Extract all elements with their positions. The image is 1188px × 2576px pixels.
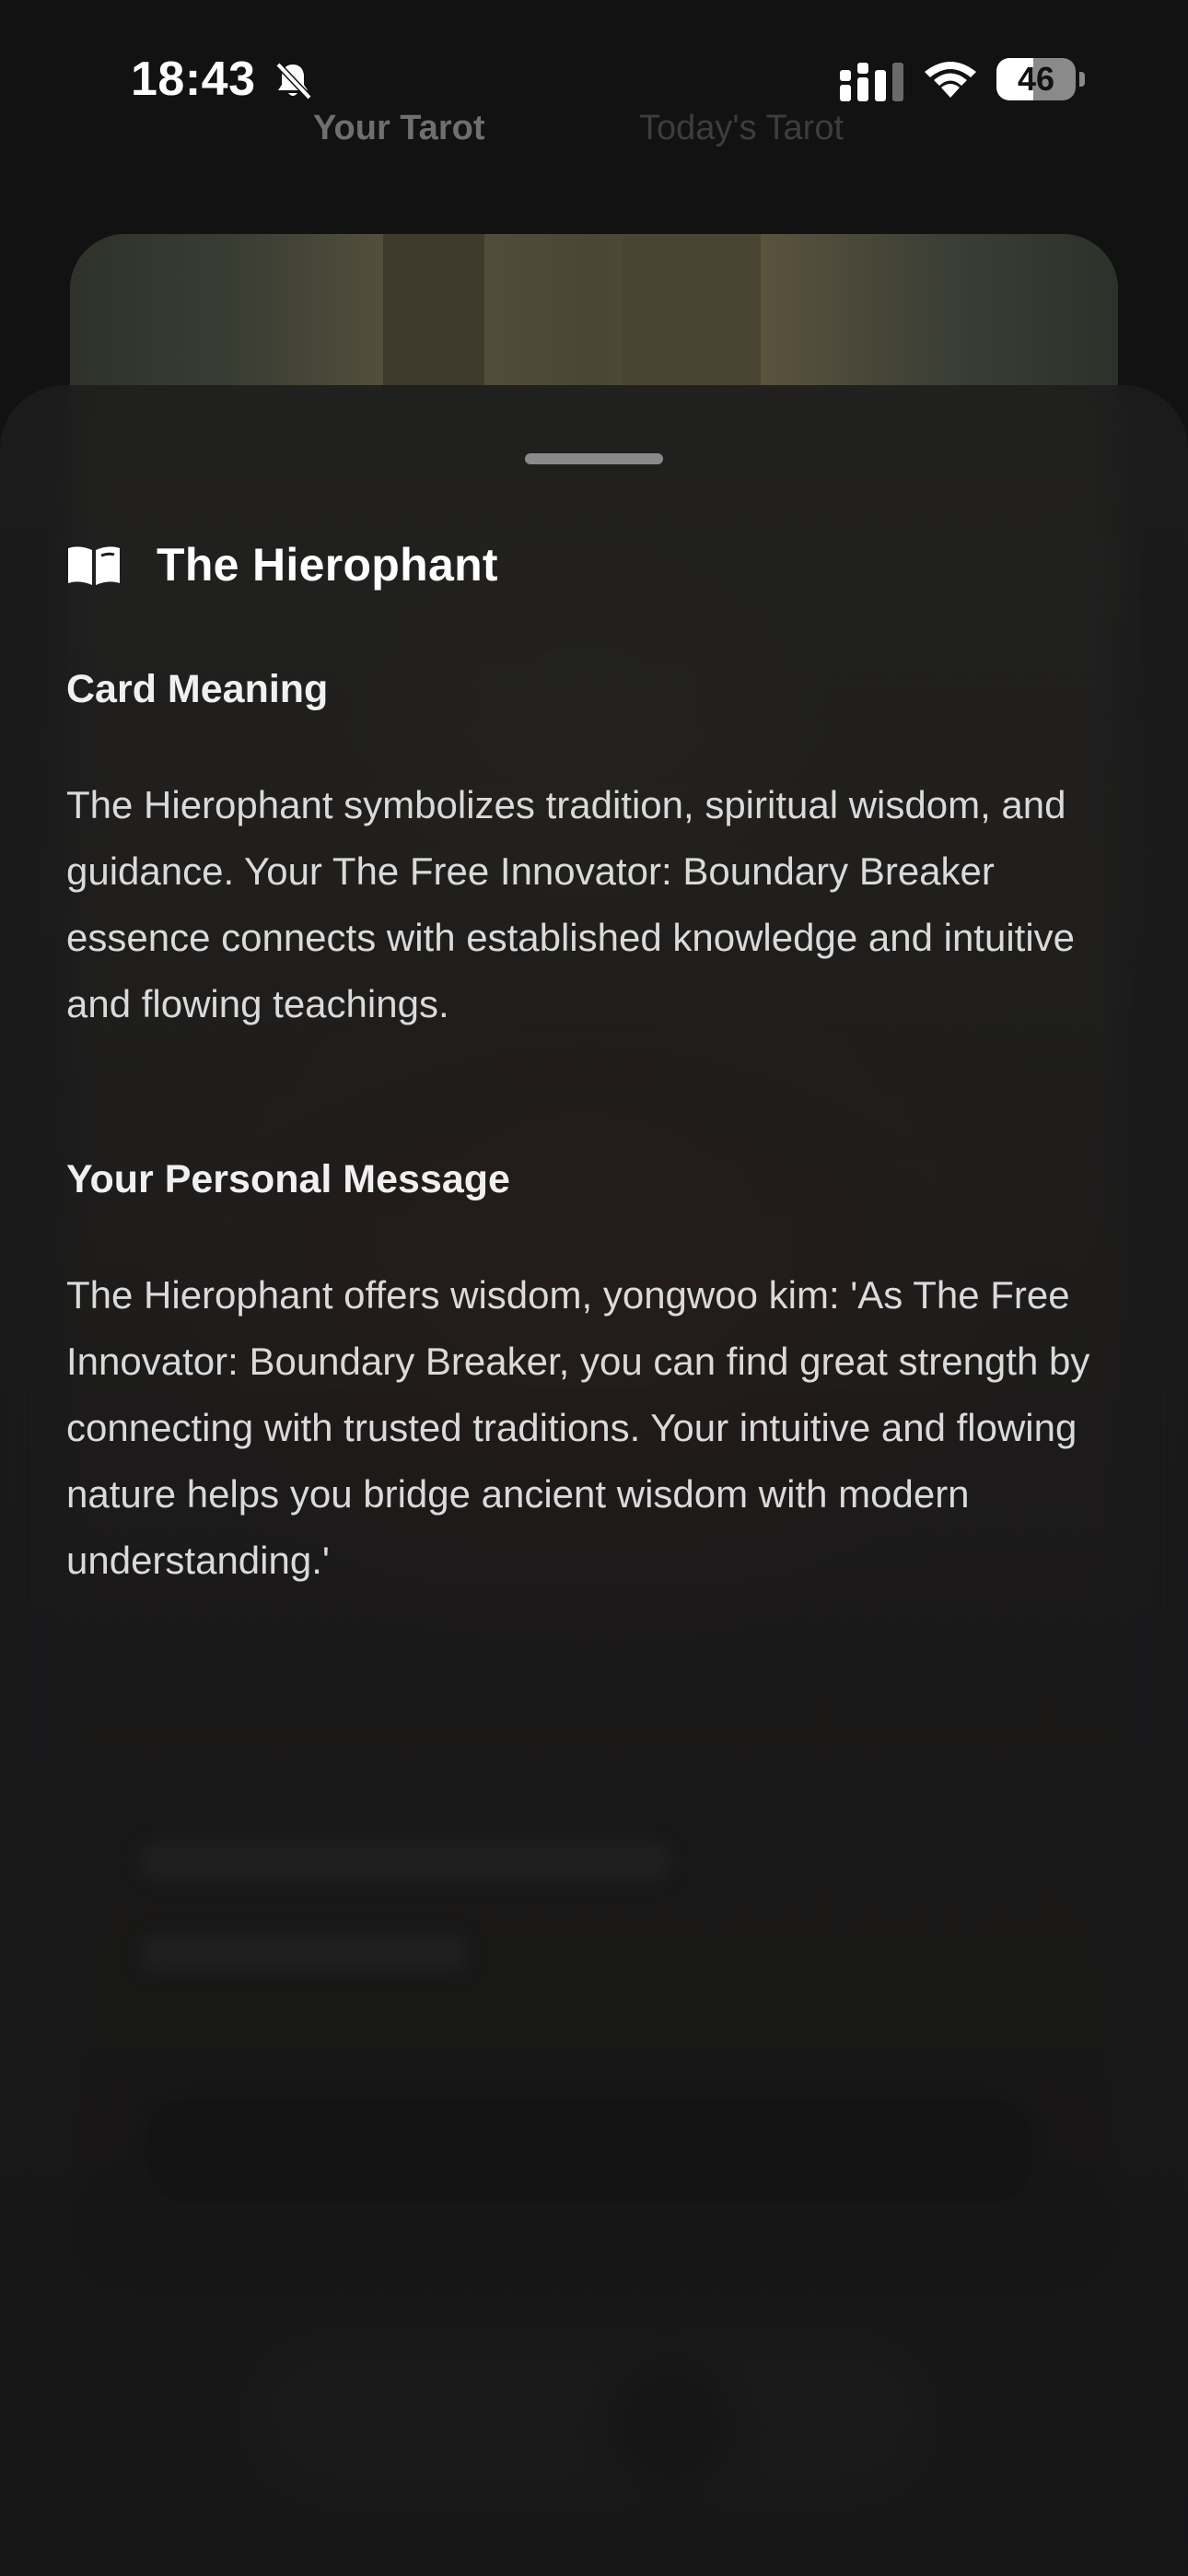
tab-your-tarot[interactable]: Your Tarot — [313, 109, 484, 148]
battery-indicator: 46 — [996, 58, 1085, 100]
sheet-grabber[interactable] — [525, 453, 663, 464]
battery-level: 46 — [1017, 60, 1055, 98]
tab-todays-tarot[interactable]: Today's Tarot — [639, 109, 844, 148]
personal-message-heading: Your Personal Message — [66, 1157, 510, 1201]
sheet-header: The Hierophant — [66, 533, 498, 597]
screen: 18:43 46 Your Tarot Today's Tarot The Hi… — [0, 0, 1188, 2576]
card-title: The Hierophant — [157, 539, 498, 591]
card-meaning-heading: Card Meaning — [66, 667, 329, 711]
open-book-icon — [68, 546, 120, 585]
bell-slash-icon — [275, 62, 312, 100]
wifi-icon — [925, 62, 976, 98]
card-meaning-text: The Hierophant symbolizes tradition, spi… — [66, 783, 1076, 1025]
personal-message-text: The Hierophant offers wisdom, yongwoo ki… — [66, 1273, 1090, 1582]
status-bar: 18:43 46 — [0, 0, 1188, 138]
card-detail-sheet[interactable]: The Hierophant Card Meaning The Hieropha… — [0, 385, 1188, 2576]
status-time: 18:43 — [131, 53, 256, 106]
cellular-signal-icon — [840, 63, 903, 101]
